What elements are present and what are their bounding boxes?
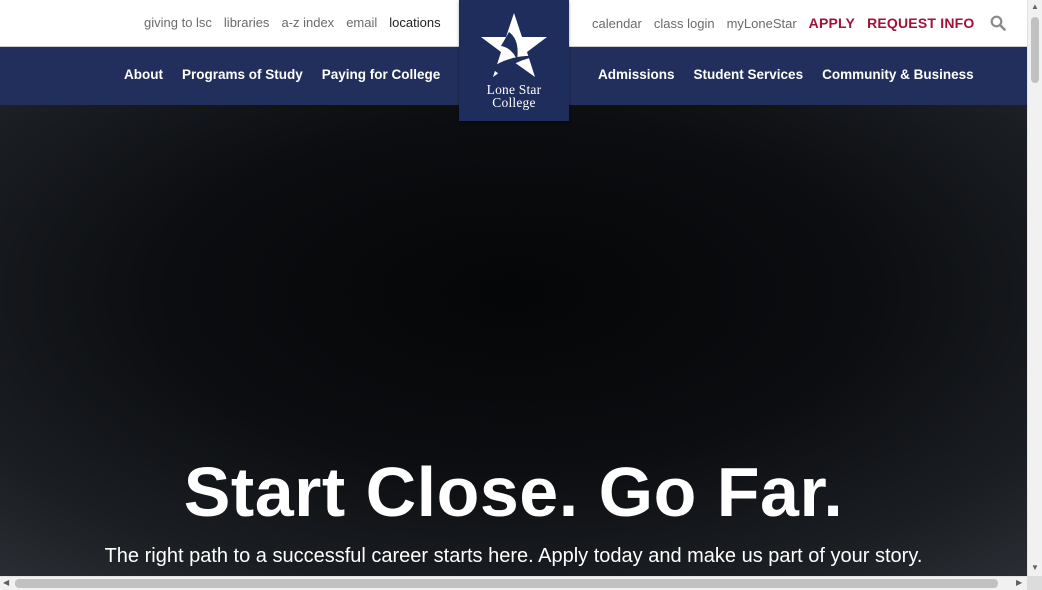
nav-admissions[interactable]: Admissions <box>598 67 675 82</box>
request-info-link[interactable]: REQUEST INFO <box>867 15 974 31</box>
locations-link[interactable]: locations <box>389 15 440 30</box>
scroll-up-icon[interactable]: ▲ <box>1031 3 1039 11</box>
az-index-link[interactable]: a-z index <box>281 15 334 30</box>
scroll-down-icon[interactable]: ▼ <box>1031 564 1039 572</box>
apply-link[interactable]: APPLY <box>809 15 855 31</box>
nav-about[interactable]: About <box>124 67 163 82</box>
logo-line-2: College <box>492 95 536 110</box>
nav-programs-of-study[interactable]: Programs of Study <box>182 67 303 82</box>
hero-title: Start Close. Go Far. <box>183 453 844 531</box>
mylonestar-link[interactable]: myLoneStar <box>727 16 797 31</box>
nav-left-group: About Programs of Study Paying for Colle… <box>124 67 440 82</box>
calendar-link[interactable]: calendar <box>592 16 642 31</box>
search-icon[interactable] <box>990 15 1007 31</box>
star-icon <box>481 13 547 77</box>
vertical-scroll-thumb[interactable] <box>1031 17 1039 83</box>
page-viewport: giving to lsc libraries a-z index email … <box>0 0 1027 576</box>
class-login-link[interactable]: class login <box>654 16 715 31</box>
email-link[interactable]: email <box>346 15 377 30</box>
hero-banner: Start Close. Go Far. The right path to a… <box>0 105 1027 576</box>
nav-student-services[interactable]: Student Services <box>694 67 804 82</box>
nav-paying-for-college[interactable]: Paying for College <box>322 67 441 82</box>
utility-links-left: giving to lsc libraries a-z index email … <box>144 15 441 30</box>
libraries-link[interactable]: libraries <box>224 15 270 30</box>
hero-subtitle: The right path to a successful career st… <box>104 545 923 567</box>
horizontal-scroll-thumb[interactable] <box>15 579 998 588</box>
nav-community-business[interactable]: Community & Business <box>822 67 974 82</box>
scroll-right-icon[interactable]: ▶ <box>1016 579 1022 587</box>
lone-star-college-logo[interactable]: Lone Star College <box>459 0 569 121</box>
giving-link[interactable]: giving to lsc <box>144 15 212 30</box>
scrollbar-corner <box>1027 576 1042 590</box>
horizontal-scrollbar[interactable]: ◀ ▶ <box>0 576 1027 590</box>
scroll-left-icon[interactable]: ◀ <box>3 579 9 587</box>
vertical-scrollbar[interactable]: ▲ ▼ <box>1027 0 1042 576</box>
nav-right-group: Admissions Student Services Community & … <box>598 67 974 82</box>
utility-links-right: calendar class login myLoneStar APPLY RE… <box>592 15 1007 31</box>
